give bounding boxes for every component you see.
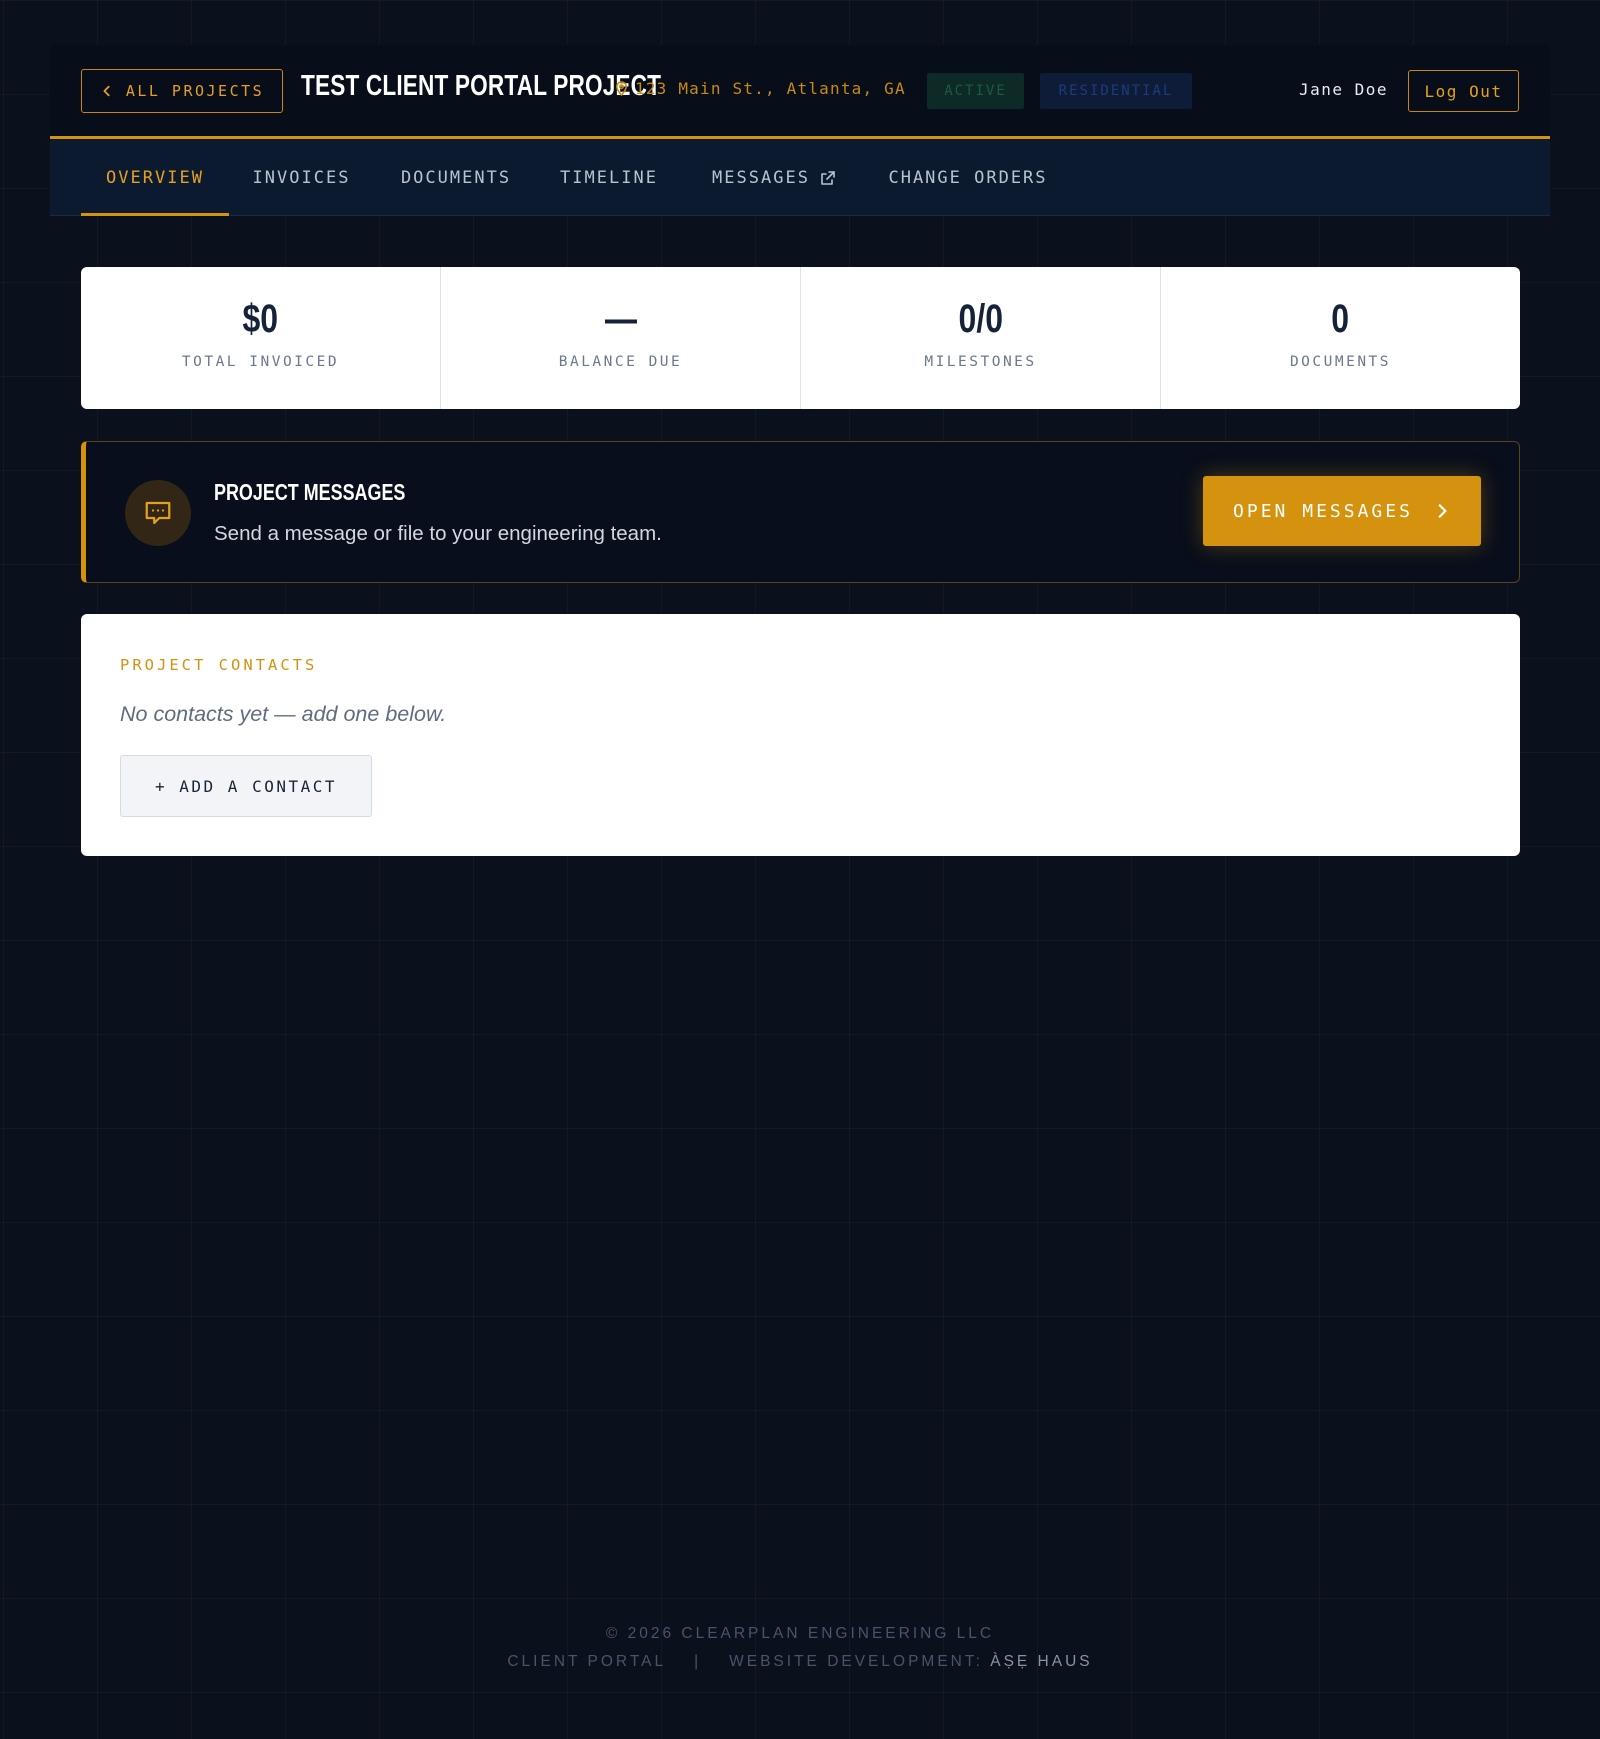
- project-address: 123 Main St., Atlanta, GA: [614, 79, 906, 98]
- footer-separator: |: [694, 1653, 702, 1670]
- footer-credit-prefix: WEBSITE DEVELOPMENT:: [729, 1653, 983, 1670]
- project-messages-card: PROJECT MESSAGES Send a message or file …: [81, 441, 1520, 583]
- messages-card-title: PROJECT MESSAGES: [214, 479, 406, 505]
- top-header: ALL PROJECTS TEST CLIENT PORTAL PROJECT …: [50, 45, 1550, 139]
- messages-card-subtitle: Send a message or file to your engineeri…: [214, 522, 662, 545]
- tab-change-orders[interactable]: CHANGE ORDERS: [888, 139, 1048, 216]
- footer-copyright: © 2026 CLEARPLAN ENGINEERING LLC: [605, 1625, 995, 1642]
- tab-timeline[interactable]: TIMELINE: [559, 139, 659, 216]
- address-text: 123 Main St., Atlanta, GA: [635, 79, 906, 98]
- stat-value: $0: [242, 297, 279, 341]
- footer: © 2026 CLEARPLAN ENGINEERING LLC CLIENT …: [0, 1625, 1600, 1671]
- project-type-badge: RESIDENTIAL: [1040, 73, 1192, 109]
- open-messages-label: OPEN MESSAGES: [1233, 500, 1413, 522]
- tab-overview[interactable]: OVERVIEW: [81, 139, 229, 216]
- chat-bubble-icon: [125, 480, 191, 546]
- stat-label: BALANCE DUE: [558, 354, 683, 370]
- footer-portal-label: CLIENT PORTAL: [507, 1653, 667, 1670]
- footer-credit-link[interactable]: ÀṢẸ HAUS: [990, 1653, 1092, 1671]
- stat-label: DOCUMENTS: [1289, 354, 1392, 370]
- external-link-icon: [821, 170, 835, 185]
- tab-messages[interactable]: MESSAGES: [709, 139, 839, 216]
- stat-value: 0/0: [958, 297, 1003, 341]
- contacts-heading: PROJECT CONTACTS: [120, 656, 318, 674]
- stat-total-invoiced: $0 TOTAL INVOICED: [81, 267, 441, 409]
- all-projects-label: ALL PROJECTS: [125, 82, 265, 100]
- stat-value: 0: [1331, 297, 1350, 341]
- status-badge: ACTIVE: [927, 73, 1024, 109]
- stat-label: MILESTONES: [924, 354, 1037, 370]
- chevron-right-icon: [1438, 504, 1447, 518]
- project-tabs: OVERVIEW INVOICES DOCUMENTS TIMELINE MES…: [50, 139, 1550, 216]
- stat-documents: 0 DOCUMENTS: [1161, 267, 1520, 409]
- add-contact-button[interactable]: + ADD A CONTACT: [120, 755, 372, 817]
- chevron-left-icon: [103, 85, 110, 97]
- stat-label: TOTAL INVOICED: [181, 354, 340, 370]
- project-contacts-card: PROJECT CONTACTS No contacts yet — add o…: [81, 614, 1520, 856]
- stat-milestones: 0/0 MILESTONES: [801, 267, 1161, 409]
- user-name: Jane Doe: [1299, 80, 1389, 99]
- open-messages-button[interactable]: OPEN MESSAGES: [1203, 476, 1481, 546]
- tab-invoices[interactable]: INVOICES: [250, 139, 353, 216]
- stats-panel: $0 TOTAL INVOICED — BALANCE DUE 0/0 MILE…: [81, 267, 1520, 409]
- stat-value: —: [604, 297, 637, 341]
- stat-balance-due: — BALANCE DUE: [441, 267, 801, 409]
- tab-documents[interactable]: DOCUMENTS: [399, 139, 513, 216]
- map-pin-icon: [616, 81, 627, 96]
- contacts-empty-text: No contacts yet — add one below.: [120, 702, 447, 726]
- logout-button[interactable]: Log Out: [1408, 70, 1519, 112]
- all-projects-button[interactable]: ALL PROJECTS: [81, 69, 283, 113]
